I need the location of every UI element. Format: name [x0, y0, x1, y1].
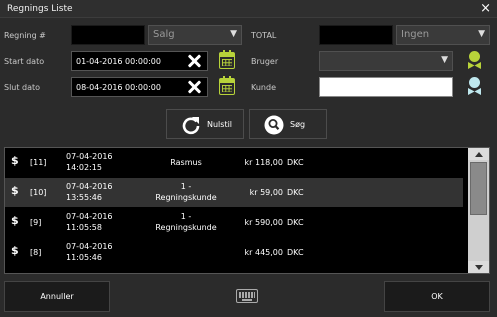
invoice-time: 11:05:46 [66, 253, 102, 262]
invoice-currency: DKC [287, 158, 304, 167]
ok-button[interactable]: OK [384, 281, 490, 312]
invoice-time: 13:55:46 [66, 193, 102, 202]
invoice-currency: DKC [287, 218, 304, 227]
search-label: Søg [290, 120, 306, 129]
chevron-down-icon: ▼ [478, 29, 485, 39]
kunde-label: Kunde [251, 83, 276, 92]
invoice-time: 14:02:15 [66, 163, 102, 172]
list-scrollbar[interactable] [468, 148, 489, 273]
invoice-timestamp: 07-04-2016 11:05:46 [66, 241, 113, 263]
invoice-date: 07-04-2016 [66, 182, 113, 191]
clear-start-date-icon[interactable] [186, 53, 202, 69]
calendar-icon[interactable] [219, 76, 235, 95]
total-input[interactable] [319, 25, 393, 45]
total-filter-select[interactable]: Ingen ▼ [396, 25, 490, 45]
list-item[interactable]: $ [11] 07-04-2016 14:02:15 Rasmus kr 118… [5, 148, 463, 177]
invoice-timestamp: 07-04-2016 14:02:15 [66, 151, 113, 173]
bruger-label: Bruger [251, 57, 279, 66]
invoice-customer: 1 - Regningskunde [155, 212, 217, 232]
total-label: TOTAL [251, 31, 277, 40]
invoice-currency: DKC [287, 188, 304, 197]
invoice-amount: kr 59,00 [249, 188, 283, 197]
chevron-down-icon: ▼ [441, 55, 448, 65]
ok-label: OK [431, 292, 443, 301]
type-select-value: Salg [153, 29, 175, 40]
scroll-up-icon[interactable] [468, 148, 489, 160]
calendar-icon[interactable] [219, 50, 235, 69]
title-bar: Regnings Liste × [0, 0, 497, 18]
invoice-number: [10] [30, 188, 47, 197]
invoice-timestamp: 07-04-2016 11:05:58 [66, 211, 113, 233]
invoice-customer: 1 - Regningskunde [155, 182, 217, 202]
chevron-down-icon: ▼ [230, 29, 237, 39]
invoice-amount: kr 118,00 [244, 158, 283, 167]
invoice-currency: DKC [287, 248, 304, 257]
invoice-customer: Rasmus [170, 158, 202, 167]
start-date-label: Start dato [4, 57, 45, 66]
type-select[interactable]: Salg ▼ [148, 25, 242, 45]
cancel-button[interactable]: Annuller [4, 281, 110, 312]
end-date-label: Slut dato [4, 83, 41, 92]
dollar-icon: $ [11, 154, 19, 167]
regning-label: Regning # [4, 31, 46, 40]
cancel-label: Annuller [40, 292, 74, 301]
kunde-input[interactable] [319, 77, 453, 97]
list-item[interactable]: $ [9] 07-04-2016 11:05:58 1 - Regningsku… [5, 208, 463, 237]
bruger-select[interactable]: ▼ [319, 51, 453, 71]
invoice-number: [9] [30, 218, 42, 227]
invoice-list[interactable]: $ [11] 07-04-2016 14:02:15 Rasmus kr 118… [4, 147, 490, 274]
reset-button[interactable]: Nulstil [166, 109, 244, 139]
user-filter-pin-icon[interactable] [467, 51, 481, 71]
keyboard-icon[interactable] [236, 289, 258, 303]
invoice-date: 07-04-2016 [66, 152, 113, 161]
invoice-amount: kr 590,00 [244, 218, 283, 227]
dollar-icon: $ [11, 184, 19, 197]
invoice-timestamp: 07-04-2016 13:55:46 [66, 181, 113, 203]
invoice-amount: kr 445,00 [244, 248, 283, 257]
total-filter-value: Ingen [401, 29, 430, 40]
reset-label: Nulstil [207, 120, 233, 129]
search-icon [264, 115, 284, 135]
customer-filter-pin-icon[interactable] [467, 77, 481, 97]
invoice-date: 07-04-2016 [66, 242, 113, 251]
invoice-time: 11:05:58 [66, 223, 102, 232]
invoice-number: [8] [30, 248, 42, 257]
close-icon[interactable]: × [480, 1, 491, 16]
invoice-date: 07-04-2016 [66, 212, 113, 221]
refresh-icon [182, 117, 200, 135]
clear-end-date-icon[interactable] [186, 79, 202, 95]
dollar-icon: $ [11, 214, 19, 227]
window-title: Regnings Liste [7, 4, 73, 14]
search-button[interactable]: Søg [249, 109, 327, 139]
regning-number-input[interactable] [71, 25, 145, 45]
list-item[interactable]: $ [8] 07-04-2016 11:05:46 kr 445,00 DKC [5, 238, 463, 267]
list-item[interactable]: $ [10] 07-04-2016 13:55:46 1 - Regningsk… [5, 178, 463, 207]
scroll-thumb[interactable] [470, 162, 487, 215]
scroll-down-icon[interactable] [468, 261, 489, 273]
dollar-icon: $ [11, 244, 19, 257]
invoice-number: [11] [30, 158, 47, 167]
